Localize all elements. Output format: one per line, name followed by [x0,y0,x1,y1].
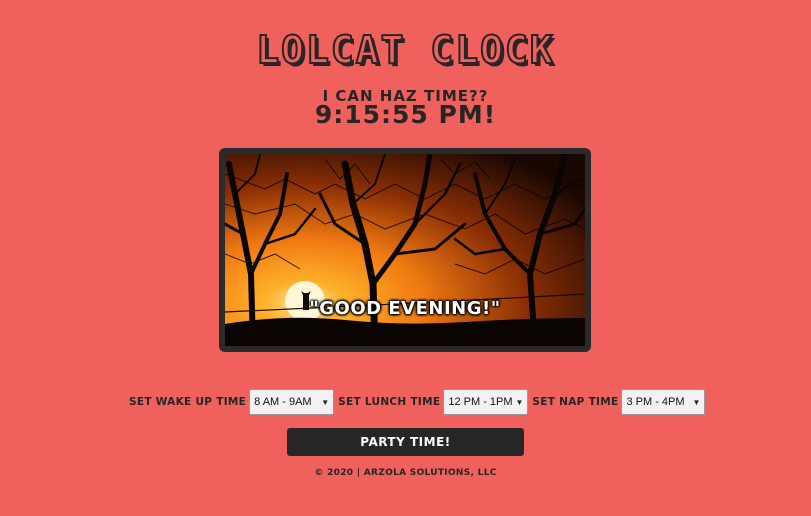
lunch-time-select[interactable]: 12 PM - 1PM ▼ [443,389,529,415]
nap-time-label: Set Nap Time [532,396,619,408]
lolcat-image-frame: "GOOD EVENING!" [219,148,591,352]
nap-time-value: 3 PM - 4PM [626,396,685,408]
footer-copyright: © 2020 | Arzola Solutions, LLC [314,468,497,478]
nap-time-select[interactable]: 3 PM - 4PM ▼ [621,389,706,415]
chevron-down-icon: ▼ [515,397,524,407]
lunch-time-value: 12 PM - 1PM [448,396,513,408]
clock-display: 9:15:55 PM! [314,100,497,129]
chevron-down-icon: ▼ [692,397,701,407]
wake-time-label: Set Wake Up Time [129,396,247,408]
party-time-button[interactable]: Party Time! [287,428,524,456]
time-controls: Set Wake Up Time 8 AM - 9AM ▼ Set Lunch … [129,389,709,415]
page-title: Lolcat Clock [255,27,555,73]
lunch-time-label: Set Lunch Time [338,396,441,408]
wake-time-select[interactable]: 8 AM - 9AM ▼ [249,389,335,415]
wake-time-value: 8 AM - 9AM [254,396,312,408]
image-caption: "GOOD EVENING!" [309,298,501,319]
chevron-down-icon: ▼ [321,397,330,407]
